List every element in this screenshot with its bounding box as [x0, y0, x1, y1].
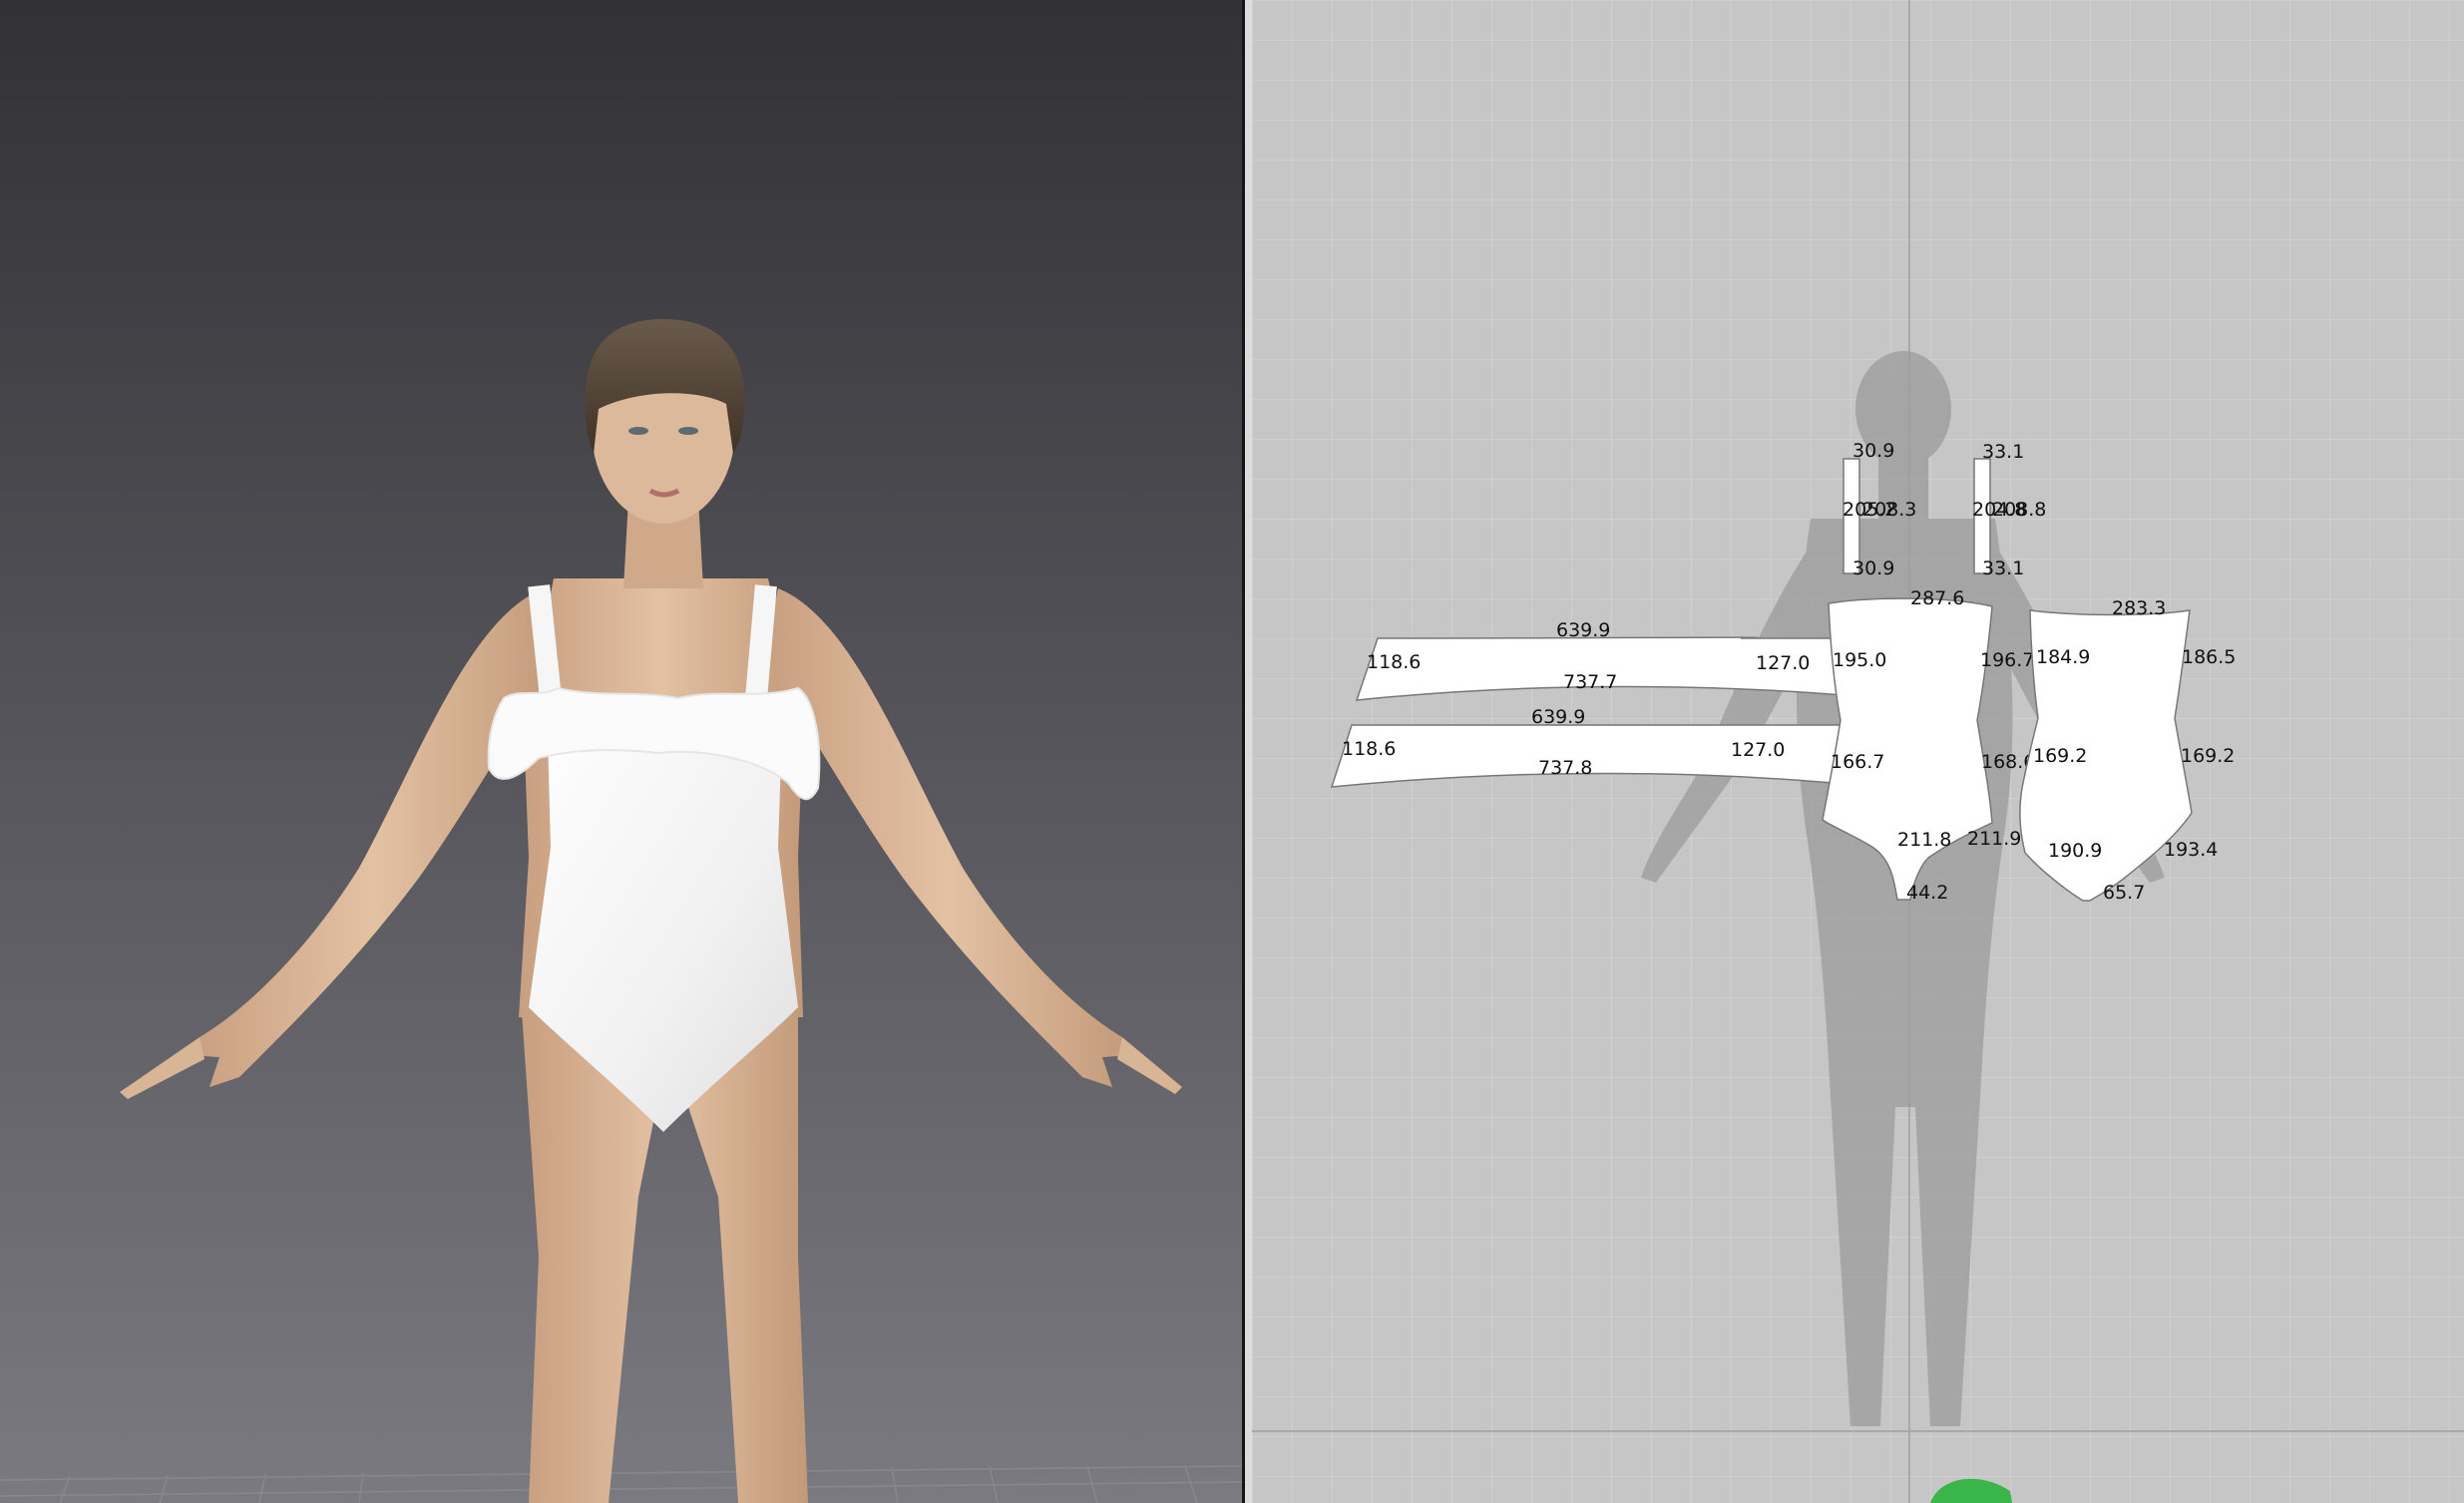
strap-right-top: 33.1	[1982, 441, 2024, 463]
ruffle-2-left-edge: 118.6	[1342, 738, 1396, 760]
ruffle-1-right-edge: 127.0	[1756, 652, 1810, 674]
3d-scene	[0, 319, 1242, 1503]
pattern-canvas: 639.9 118.6 127.0 737.7 639.9 118.6 127.…	[1252, 0, 2464, 1503]
floor-grid	[0, 1465, 1242, 1503]
pattern-piece-back-body[interactable]: 283.3 184.9 186.5 169.2 169.2 190.9 193.…	[2019, 597, 2237, 904]
pattern-piece-ruffle-2[interactable]: 639.9 118.6 127.0 737.8	[1330, 706, 1876, 788]
ruffle-2-right-edge: 127.0	[1731, 739, 1785, 761]
ruffle-1-bottom-length: 737.7	[1563, 671, 1617, 693]
back-left-side-lower: 169.2	[2033, 745, 2087, 767]
ruffle-2-bottom-length: 737.8	[1538, 757, 1592, 779]
front-right-leg: 211.9	[1967, 828, 2021, 850]
front-right-side-upper: 196.7	[1980, 649, 2034, 671]
back-crotch-width: 65.7	[2103, 882, 2145, 904]
ruffle-2-top-length: 639.9	[1531, 706, 1585, 728]
back-left-leg: 190.9	[2048, 840, 2102, 862]
pattern-piece-strap-right[interactable]: 33.1 208.8 204.8 33.1	[1972, 441, 2046, 579]
strap-left-length-b: 205.2	[1843, 499, 1896, 521]
3d-viewport[interactable]	[0, 0, 1242, 1503]
back-neck-width: 283.3	[2112, 597, 2166, 619]
strap-left-bottom: 30.9	[1852, 558, 1894, 579]
front-crotch-width: 44.2	[1906, 882, 1948, 904]
clo-workspace: 639.9 118.6 127.0 737.7 639.9 118.6 127.…	[0, 0, 2464, 1503]
avatar[interactable]	[120, 319, 1182, 1503]
strap-right-bottom: 33.1	[1982, 558, 2024, 579]
back-left-side-upper: 184.9	[2036, 646, 2090, 668]
strap-left-top: 30.9	[1852, 440, 1894, 462]
front-left-side-lower: 166.7	[1831, 751, 1884, 773]
ruffle-1-top-length: 639.9	[1556, 619, 1610, 641]
front-left-leg: 211.8	[1897, 829, 1951, 851]
back-right-leg: 193.4	[2164, 839, 2218, 861]
back-right-side-lower: 169.2	[2181, 745, 2235, 767]
front-neck-width: 287.6	[1910, 587, 1964, 609]
2d-pattern-window[interactable]: 639.9 118.6 127.0 737.7 639.9 118.6 127.…	[1252, 0, 2464, 1503]
move-gizmo-handle[interactable]	[1930, 1478, 2012, 1503]
strap-right-length-b: 204.8	[1972, 499, 2026, 521]
ruffle-1-left-edge: 118.6	[1367, 651, 1421, 673]
viewport-splitter[interactable]	[1242, 0, 1252, 1503]
back-right-side-upper: 186.5	[2182, 646, 2236, 668]
front-left-side-upper: 195.0	[1833, 649, 1886, 671]
